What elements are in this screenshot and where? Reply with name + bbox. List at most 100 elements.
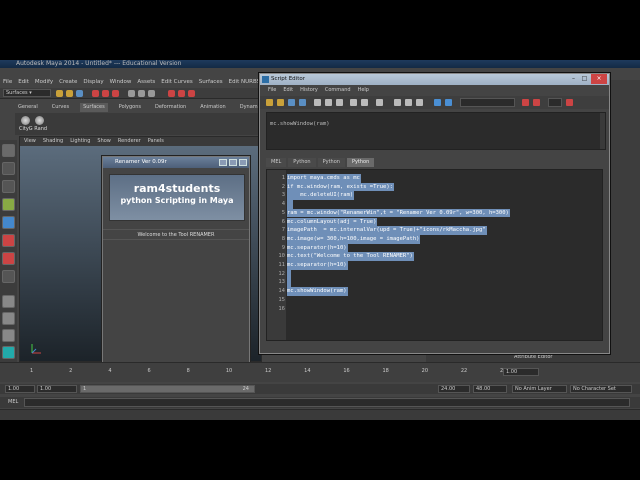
- end-time-field[interactable]: 48.00: [473, 385, 507, 393]
- snap-grid-icon[interactable]: [128, 90, 135, 97]
- script-editor-title-bar[interactable]: Script Editor – □ ×: [260, 74, 609, 85]
- se-menu-file[interactable]: File: [268, 86, 276, 95]
- shelf-tab-deformation[interactable]: Deformation: [152, 103, 189, 112]
- viewport-menu-renderer[interactable]: Renderer: [118, 137, 141, 146]
- menu-item-modify[interactable]: Modify: [35, 78, 53, 87]
- maximize-button[interactable]: [229, 159, 237, 166]
- snap-curve-icon[interactable]: [138, 90, 145, 97]
- render-settings-icon[interactable]: [188, 90, 195, 97]
- start-time-field[interactable]: 1.00: [5, 385, 35, 393]
- render-frame-icon[interactable]: [168, 90, 175, 97]
- renamer-title-bar[interactable]: Renamer Ver 0.09r: [103, 157, 249, 168]
- search-down-icon[interactable]: [522, 99, 529, 106]
- shelf-tab-curves[interactable]: Curves: [49, 103, 72, 112]
- close-button[interactable]: [239, 159, 247, 166]
- anim-layer-dropdown[interactable]: No Anim Layer: [512, 385, 567, 393]
- open-scene-icon[interactable]: [66, 90, 73, 97]
- save-script-icon[interactable]: [288, 99, 295, 106]
- search-up-icon[interactable]: [533, 99, 540, 106]
- se-tab-python[interactable]: Python: [317, 158, 345, 167]
- se-tab-mel[interactable]: MEL: [266, 158, 287, 167]
- save-scene-icon[interactable]: [76, 90, 83, 97]
- echo-commands-icon[interactable]: [350, 99, 357, 106]
- range-slider[interactable]: 1 24: [80, 385, 255, 393]
- split-view-icon[interactable]: [416, 99, 423, 106]
- layout-two-icon[interactable]: [2, 329, 15, 342]
- snap-point-icon[interactable]: [148, 90, 155, 97]
- channel-box-panel[interactable]: [610, 80, 640, 362]
- menu-item-file[interactable]: File: [3, 78, 12, 87]
- viewport-menu-view[interactable]: View: [24, 137, 36, 146]
- shelf-sphere-icon[interactable]: [35, 116, 44, 125]
- clear-history-icon[interactable]: [314, 99, 321, 106]
- source-script-icon[interactable]: [277, 99, 284, 106]
- current-frame-field[interactable]: 1.00: [503, 368, 539, 376]
- menu-item-edit-curves[interactable]: Edit Curves: [161, 78, 193, 87]
- se-close-button[interactable]: ×: [591, 74, 607, 84]
- history-icon[interactable]: [394, 99, 401, 106]
- code-editor[interactable]: 1 2 3 4 5 6 7 8 9 10 11 12 13 14 15 16 import maya.cmds …: [266, 169, 603, 341]
- mode-dropdown[interactable]: Surfaces ▾: [3, 89, 51, 97]
- ipr-render-icon[interactable]: [178, 90, 185, 97]
- se-menu-help[interactable]: Help: [358, 86, 369, 95]
- search-field[interactable]: [460, 98, 515, 107]
- menu-item-assets[interactable]: Assets: [137, 78, 155, 87]
- select-hierarchy-icon[interactable]: [92, 90, 99, 97]
- select-object-icon[interactable]: [102, 90, 109, 97]
- start-range-field[interactable]: 1.00: [37, 385, 77, 393]
- layout-single-icon[interactable]: [2, 295, 15, 308]
- new-scene-icon[interactable]: [56, 90, 63, 97]
- history-pane[interactable]: mc.showWindow(ram): [266, 112, 606, 150]
- move-tool-icon[interactable]: [2, 198, 15, 211]
- layout-outliner-icon[interactable]: [2, 346, 15, 359]
- se-tab-python[interactable]: Python: [346, 158, 375, 167]
- menu-item-display[interactable]: Display: [83, 78, 103, 87]
- show-stack-icon[interactable]: [376, 99, 383, 106]
- open-script-icon[interactable]: [266, 99, 273, 106]
- history-scrollbar[interactable]: [600, 113, 605, 149]
- clear-all-icon[interactable]: [336, 99, 343, 106]
- manipulator-tool-icon[interactable]: [2, 252, 15, 265]
- command-input[interactable]: [24, 398, 630, 407]
- se-minimize-button[interactable]: –: [568, 74, 579, 84]
- shelf-tab-animation[interactable]: Animation: [197, 103, 229, 112]
- se-menu-history[interactable]: History: [300, 86, 318, 95]
- viewport-menu-show[interactable]: Show: [97, 137, 111, 146]
- select-component-icon[interactable]: [112, 90, 119, 97]
- menu-item-create[interactable]: Create: [59, 78, 77, 87]
- last-tool-icon[interactable]: [2, 270, 15, 283]
- line-numbers-icon[interactable]: [361, 99, 368, 106]
- se-tab-python[interactable]: Python: [288, 158, 316, 167]
- shelf-tab-polygons[interactable]: Polygons: [116, 103, 144, 112]
- se-menu-command[interactable]: Command: [325, 86, 351, 95]
- shelf-tab-general[interactable]: General: [15, 103, 41, 112]
- menu-item-edit[interactable]: Edit: [18, 78, 29, 87]
- minimize-button[interactable]: [219, 159, 227, 166]
- menu-item-window[interactable]: Window: [110, 78, 132, 87]
- execute-all-icon[interactable]: [434, 99, 441, 106]
- script-editor-window[interactable]: Script Editor – □ × File Edit History Comma…: [259, 73, 610, 354]
- character-set-dropdown[interactable]: No Character Set: [570, 385, 632, 393]
- shelf-tab-surfaces[interactable]: Surfaces: [80, 103, 108, 112]
- execute-icon[interactable]: [445, 99, 452, 106]
- select-tool-icon[interactable]: [2, 144, 15, 157]
- renamer-window[interactable]: Renamer Ver 0.09r ram4students python Sc…: [102, 156, 250, 381]
- menu-item-edit-nurbs[interactable]: Edit NURBS: [229, 78, 261, 87]
- goto-line-icon[interactable]: [566, 99, 573, 106]
- viewport-menu-lighting[interactable]: Lighting: [70, 137, 90, 146]
- input-icon[interactable]: [405, 99, 412, 106]
- shelf-sphere-icon[interactable]: [21, 116, 30, 125]
- menu-item-surfaces[interactable]: Surfaces: [199, 78, 223, 87]
- viewport-menu-panels[interactable]: Panels: [148, 137, 164, 146]
- se-menu-edit[interactable]: Edit: [283, 86, 293, 95]
- lasso-tool-icon[interactable]: [2, 162, 15, 175]
- paint-select-icon[interactable]: [2, 180, 15, 193]
- scale-tool-icon[interactable]: [2, 234, 15, 247]
- clear-input-icon[interactable]: [325, 99, 332, 106]
- goto-line-field[interactable]: [548, 98, 562, 107]
- viewport-menu-shading[interactable]: Shading: [43, 137, 63, 146]
- layout-four-icon[interactable]: [2, 312, 15, 325]
- end-range-field[interactable]: 24.00: [438, 385, 470, 393]
- rotate-tool-icon[interactable]: [2, 216, 15, 229]
- se-maximize-button[interactable]: □: [579, 74, 590, 84]
